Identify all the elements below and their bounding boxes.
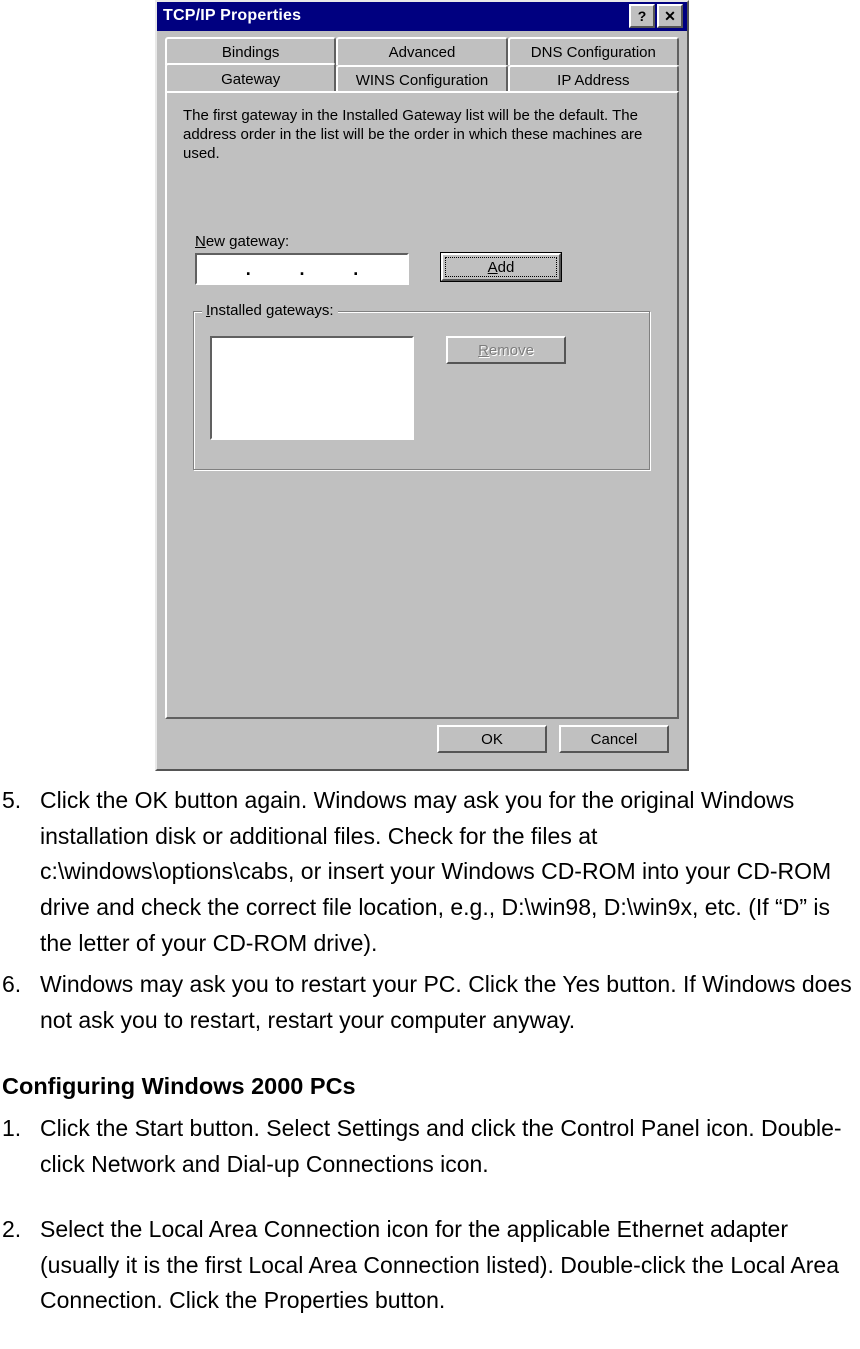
cancel-button[interactable]: Cancel <box>559 725 669 753</box>
dialog-titlebar[interactable]: TCP/IP Properties ? ✕ <box>157 2 687 31</box>
w2k-step-2: 2. Select the Local Area Connection icon… <box>2 1212 858 1319</box>
tab-dns-configuration[interactable]: DNS Configuration <box>508 37 679 65</box>
tab-gateway[interactable]: Gateway <box>165 63 336 93</box>
w2k-step-1: 1. Click the Start button. Select Settin… <box>2 1111 858 1182</box>
dialog-title: TCP/IP Properties <box>163 7 627 25</box>
tab-strip: Bindings Advanced DNS Configuration Gate… <box>165 37 679 93</box>
installed-gateways-list[interactable] <box>210 336 414 440</box>
remove-button[interactable]: Remove <box>446 336 566 364</box>
dialog-footer: OK Cancel <box>165 719 679 763</box>
tab-content-gateway: The first gateway in the Installed Gatew… <box>165 91 679 719</box>
step-6: 6. Windows may ask you to restart your P… <box>2 967 858 1038</box>
new-gateway-input[interactable]: ... <box>195 253 409 285</box>
help-button[interactable]: ? <box>629 4 655 28</box>
new-gateway-label: New gateway: <box>195 233 661 250</box>
installed-gateways-label: Installed gateways: <box>202 302 338 319</box>
tcpip-properties-dialog: TCP/IP Properties ? ✕ Bindings Advanced … <box>155 0 689 771</box>
tab-ip-address[interactable]: IP Address <box>508 65 679 93</box>
close-button[interactable]: ✕ <box>657 4 683 28</box>
installed-gateways-group: Installed gateways: Remove <box>193 311 651 471</box>
ok-button[interactable]: OK <box>437 725 547 753</box>
gateway-description: The first gateway in the Installed Gatew… <box>183 107 661 163</box>
add-button[interactable]: Add <box>441 253 561 281</box>
heading-windows-2000: Configuring Windows 2000 PCs <box>2 1068 858 1104</box>
document-body: 5. Click the OK button again. Windows ma… <box>0 771 860 1349</box>
tab-bindings[interactable]: Bindings <box>165 37 336 65</box>
tab-advanced[interactable]: Advanced <box>336 37 507 65</box>
tab-wins-configuration[interactable]: WINS Configuration <box>336 65 507 93</box>
step-5: 5. Click the OK button again. Windows ma… <box>2 783 858 961</box>
